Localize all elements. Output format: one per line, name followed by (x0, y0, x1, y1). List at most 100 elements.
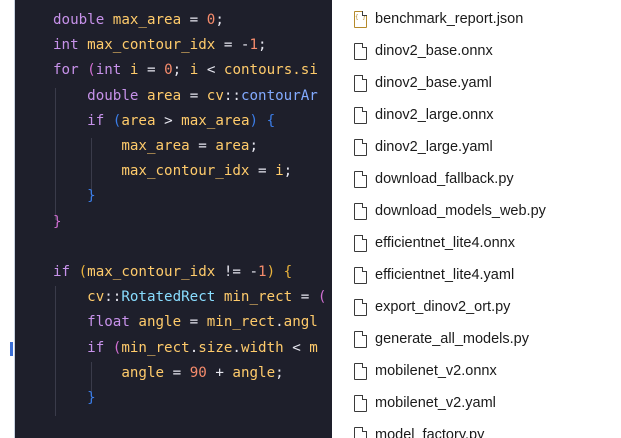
code-line[interactable]: } (53, 386, 96, 411)
file-list-item[interactable]: model_factory.py (332, 419, 621, 438)
code-token: float (53, 314, 139, 331)
code-token: max_contour_idx (87, 264, 224, 280)
file-name: dinov2_base.onnx (375, 43, 493, 59)
code-token: size (198, 339, 233, 356)
code-token: . (275, 314, 284, 331)
code-token: for (53, 62, 88, 79)
file-icon (354, 170, 367, 188)
code-token: > (164, 112, 182, 129)
file-list-item[interactable]: dinov2_large.yaml (332, 131, 621, 163)
code-token: if (53, 112, 113, 129)
file-icon (354, 202, 367, 220)
file-list-item[interactable]: download_fallback.py (332, 163, 621, 195)
file-icon (354, 42, 367, 60)
code-token: width (240, 339, 293, 356)
code-token: } (53, 188, 96, 205)
code-token: ) { (266, 264, 293, 280)
code-token: cv (206, 87, 224, 104)
code-line[interactable]: max_area = area; (53, 134, 258, 159)
file-list-item[interactable]: dinov2_base.onnx (332, 35, 621, 67)
code-token: ) { (249, 112, 276, 129)
code-token: :: (104, 289, 122, 306)
file-name: download_models_web.py (375, 203, 546, 219)
code-token: max_area (53, 138, 199, 154)
code-token: min_rect (206, 314, 276, 331)
code-editor[interactable]: double max_area = 0; int max_contour_idx … (15, 0, 332, 438)
code-token: 90 (189, 364, 216, 381)
file-list-item[interactable]: dinov2_base.yaml (332, 67, 621, 99)
file-list-item[interactable]: download_models_web.py (332, 195, 621, 227)
code-token: max_area (112, 12, 190, 28)
code-token: 1 (249, 37, 259, 54)
code-line[interactable]: if (area > max_area) { (53, 109, 275, 134)
code-token: ( (87, 62, 96, 79)
code-token: = - (223, 37, 250, 54)
code-token: = (189, 314, 207, 331)
file-list-item[interactable]: mobilenet_v2.onnx (332, 355, 621, 387)
file-name: dinov2_large.yaml (375, 139, 493, 155)
file-icon (354, 426, 367, 438)
code-line[interactable]: cv::RotatedRect min_rect = ( (53, 285, 326, 310)
code-token: double (53, 87, 147, 104)
file-icon (354, 298, 367, 316)
code-token: . (232, 339, 241, 356)
code-token: area (215, 138, 250, 154)
code-token: = (198, 138, 216, 154)
file-icon (354, 362, 367, 380)
code-line[interactable]: max_contour_idx = i; (53, 159, 292, 184)
file-list-item[interactable]: generate_all_models.py (332, 323, 621, 355)
code-token: } (53, 213, 62, 230)
code-token: ( (78, 264, 88, 280)
file-name: generate_all_models.py (375, 331, 529, 347)
code-token: ; (275, 364, 284, 381)
code-line[interactable]: if (min_rect.size.width < m (53, 336, 318, 361)
code-token: m (309, 339, 318, 356)
file-list-item[interactable]: mobilenet_v2.yaml (332, 387, 621, 419)
code-token: if (53, 339, 113, 356)
file-list-item[interactable]: efficientnet_lite4.yaml (332, 259, 621, 291)
code-line[interactable]: int max_contour_idx = -1; (53, 33, 267, 58)
file-list-item[interactable]: dinov2_large.onnx (332, 99, 621, 131)
code-token: :: (223, 87, 241, 104)
code-token: 1 (258, 264, 267, 280)
code-token: cv (53, 289, 105, 306)
file-icon (354, 106, 367, 124)
code-token: max_area (181, 112, 250, 129)
code-token: ; (283, 163, 293, 180)
file-icon (354, 138, 367, 156)
file-list-item[interactable]: benchmark_report.json (332, 3, 621, 35)
code-token: if (53, 264, 79, 280)
code-line[interactable]: float angle = min_rect.angl (53, 310, 318, 335)
code-token: = (189, 12, 207, 28)
code-token: ; (249, 138, 259, 154)
file-name: efficientnet_lite4.onnx (375, 235, 516, 251)
code-token: . (189, 339, 199, 356)
code-token: ; (172, 62, 190, 79)
code-token: angl (283, 314, 318, 331)
file-icon (354, 234, 367, 252)
json-file-icon (354, 10, 367, 28)
selection-marker (10, 342, 13, 356)
code-line[interactable]: if (max_contour_idx != -1) { (53, 260, 292, 285)
code-line[interactable]: } (53, 210, 62, 235)
file-name: download_fallback.py (375, 171, 514, 187)
file-icon (354, 394, 367, 412)
file-list-item[interactable]: efficientnet_lite4.onnx (332, 227, 621, 259)
code-line[interactable]: angle = 90 + angle; (53, 361, 284, 386)
file-icon (354, 74, 367, 92)
code-token: ; (215, 12, 224, 28)
code-line[interactable]: double max_area = 0; (53, 8, 224, 33)
code-token: angle (138, 314, 190, 331)
code-line[interactable]: double area = cv::contourAr (53, 84, 318, 109)
code-token: min_rect (121, 339, 190, 356)
code-line[interactable]: } (53, 184, 96, 209)
file-list-item[interactable]: export_dinov2_ort.py (332, 291, 621, 323)
code-token: < (292, 339, 310, 356)
file-name: model_factory.py (375, 427, 485, 438)
code-token: area (146, 87, 190, 104)
code-line[interactable]: for (int i = 0; i < contours.si (53, 58, 318, 83)
code-token: max_contour_idx (87, 37, 224, 54)
code-token: ; (258, 37, 267, 54)
file-name: dinov2_base.yaml (375, 75, 492, 91)
code-token: = (146, 62, 165, 79)
